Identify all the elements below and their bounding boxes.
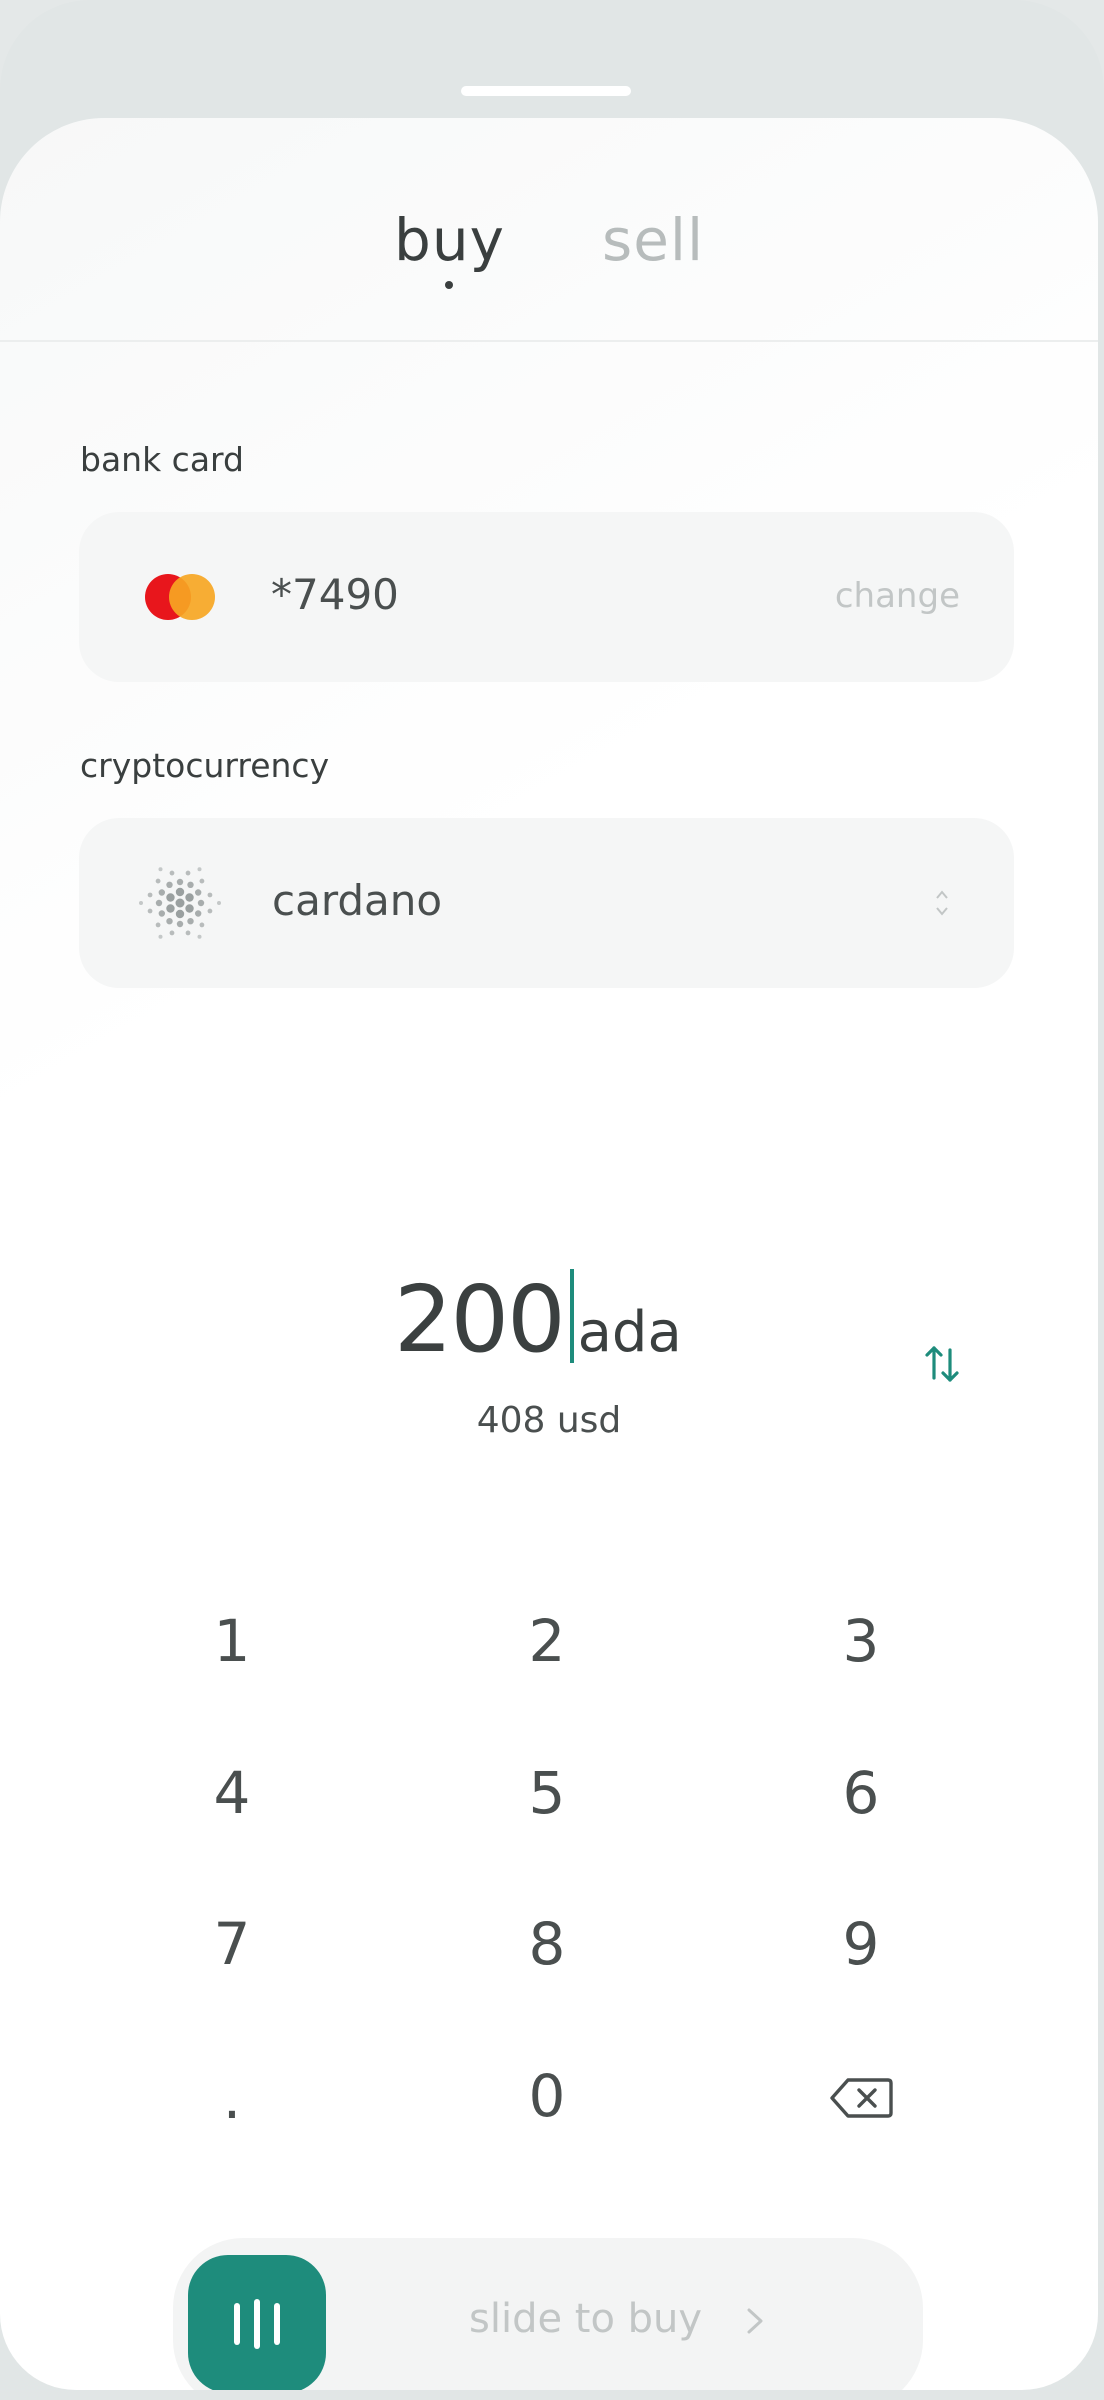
card-number: *7490 [271,570,399,619]
key-6[interactable]: 6 [751,1733,971,1853]
numeric-keypad: 1 2 3 4 5 6 7 8 9 . 0 [0,1518,1098,2132]
converted-amount: 408 usd [476,1400,622,1441]
key-decimal[interactable]: . [122,2038,342,2158]
amount-unit: ada [577,1300,682,1365]
grip-lines-icon [234,2303,240,2345]
cryptocurrency-select[interactable]: cardano [79,818,1014,988]
text-caret [569,1269,574,1363]
cryptocurrency-label: cryptocurrency [80,746,330,785]
amount-value: 200 [394,1266,566,1373]
sheet-grab-handle[interactable] [461,86,631,96]
tab-buy[interactable]: buy [394,206,505,274]
slider-label: slide to buy [469,2296,703,2342]
mastercard-icon [145,574,215,620]
amount-display[interactable]: 200 ada [394,1266,682,1373]
grip-line [254,2299,260,2349]
change-card-button[interactable]: change [835,576,960,616]
cardano-icon [139,867,221,939]
key-5[interactable]: 5 [437,1733,657,1853]
tab-sell[interactable]: sell [602,206,704,274]
key-4[interactable]: 4 [122,1733,342,1853]
slide-to-buy-slider[interactable]: slide to buy [173,2238,923,2390]
buy-sell-tabs: buy sell [0,118,1098,342]
chevron-right-icon [747,2308,763,2334]
trade-sheet: buy sell bank card *7490 change cryptocu… [0,118,1098,2390]
key-1[interactable]: 1 [122,1581,342,1701]
cryptocurrency-name: cardano [272,876,443,925]
grip-line [274,2303,280,2345]
backspace-icon [830,2078,893,2118]
key-backspace[interactable] [751,2038,971,2158]
key-2[interactable]: 2 [437,1581,657,1701]
active-tab-indicator [445,281,453,289]
key-7[interactable]: 7 [122,1884,342,2004]
key-0[interactable]: 0 [437,2036,657,2156]
bank-card-label: bank card [80,440,244,479]
key-3[interactable]: 3 [751,1581,971,1701]
key-8[interactable]: 8 [437,1884,657,2004]
slider-thumb[interactable] [188,2255,326,2390]
swap-arrows-icon[interactable] [918,1340,966,1388]
bank-card-field[interactable]: *7490 change [79,512,1014,682]
key-9[interactable]: 9 [751,1884,971,2004]
chevron-up-down-icon [936,890,948,916]
